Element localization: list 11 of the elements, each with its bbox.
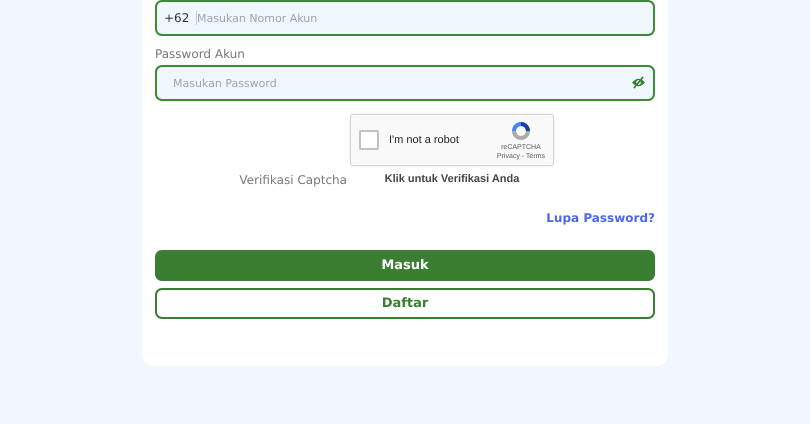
captcha-checkbox[interactable] (359, 130, 379, 150)
country-code: +62 (164, 11, 198, 25)
password-field[interactable]: Masukan Password (155, 65, 655, 101)
eye-slash-icon[interactable] (631, 76, 646, 89)
field-label: Password Akun (155, 46, 246, 63)
captcha-hint: Klik untuk Verifikasi Anda (384, 172, 520, 187)
forgot-password-link[interactable]: Lupa Password? (546, 209, 655, 227)
checkbox-label: I'm not a robot (389, 132, 459, 148)
field-label: Verifikasi Captcha (238, 172, 347, 189)
register-button[interactable]: Daftar (155, 288, 655, 319)
login-button[interactable]: Masuk (155, 250, 655, 281)
